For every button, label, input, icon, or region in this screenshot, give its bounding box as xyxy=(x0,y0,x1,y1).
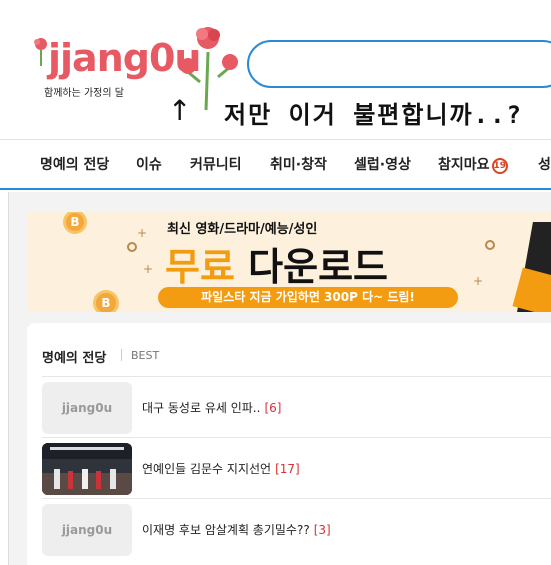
arrow-annotation: ↑ xyxy=(168,94,192,127)
post-title-line[interactable]: 이재명 후보 암살계획 총기밀수?? [3] xyxy=(142,521,331,538)
logo-tagline: 함께하는 가정의 달 xyxy=(44,88,124,99)
list-item[interactable]: 연예인들 김문수 지지선언 [17] xyxy=(42,437,551,498)
post-title-line[interactable]: 연예인들 김문수 지지선언 [17] xyxy=(142,460,300,477)
post-title: 대구 동성로 유세 인파.. xyxy=(142,401,261,415)
nav-item-more[interactable]: 성 xyxy=(538,154,551,174)
nav-item-adult-label: 참지마요 xyxy=(438,157,490,173)
comment-count: [3] xyxy=(313,523,331,537)
comment-count: [17] xyxy=(275,462,300,476)
plus-decoration: + xyxy=(137,226,148,240)
nav-item-adult[interactable]: 참지마요 19 xyxy=(438,154,508,174)
section-title[interactable]: 명예의 전당 xyxy=(42,347,106,366)
site-header: jjang0u 함께하는 가정의 달 ↑ 저만 이거 불편합니까..? xyxy=(0,0,551,140)
age-19-badge-icon: 19 xyxy=(491,158,508,174)
plus-decoration: + xyxy=(473,274,484,288)
section-subtitle: BEST xyxy=(131,349,160,362)
plus-decoration: + xyxy=(143,262,154,276)
nav-item-celeb[interactable]: 셀럽·영상 xyxy=(354,154,411,174)
list-item[interactable]: jjang0u 대구 동성로 유세 인파.. [6] xyxy=(42,376,551,437)
banner-cta: 파일스타 지금 가입하면 300P 다~ 드림! xyxy=(158,287,458,308)
post-title: 연예인들 김문수 지지선언 xyxy=(142,462,272,476)
nav-item-hall-of-fame[interactable]: 명예의 전당 xyxy=(40,154,109,174)
nav-item-hobby[interactable]: 취미·창작 xyxy=(270,154,327,174)
banner-headline-accent: 무료 xyxy=(165,245,235,289)
overlay-caption: 저만 이거 불편합니까..? xyxy=(224,101,523,129)
event-photo-icon xyxy=(42,443,132,495)
main-nav: 명예의 전당 이슈 커뮤니티 취미·창작 셀럽·영상 참지마요 19 성 xyxy=(0,140,551,190)
ad-banner[interactable]: B B + + + 최신 영화/드라마/예능/성인 무료 다운로드 파일스타 지… xyxy=(27,212,551,312)
banner-headline: 무료 다운로드 xyxy=(165,236,388,291)
post-title-line[interactable]: 대구 동성로 유세 인파.. [6] xyxy=(142,399,281,416)
banner-top-line: 최신 영화/드라마/예능/성인 xyxy=(167,222,318,237)
ring-decoration xyxy=(485,240,495,250)
post-title: 이재명 후보 암살계획 총기밀수?? xyxy=(142,523,310,537)
post-thumbnail[interactable] xyxy=(42,443,132,495)
coin-icon: B xyxy=(93,290,119,312)
hall-of-fame-card: 명예의 전당 BEST jjang0u 대구 동성로 유세 인파.. [6] 연예… xyxy=(27,323,551,565)
search-input[interactable] xyxy=(247,40,551,88)
coin-icon: B xyxy=(63,212,87,234)
post-thumbnail[interactable]: jjang0u xyxy=(42,504,132,556)
site-logo[interactable]: jjang0u 함께하는 가정의 달 xyxy=(30,22,238,112)
left-sidebar-edge xyxy=(0,192,9,565)
post-thumbnail[interactable]: jjang0u xyxy=(42,382,132,434)
ring-decoration xyxy=(127,242,137,252)
comment-count: [6] xyxy=(264,401,282,415)
list-item[interactable]: jjang0u 이재명 후보 암살계획 총기밀수?? [3] xyxy=(42,498,551,559)
gift-box-icon xyxy=(512,267,551,312)
banner-headline-rest: 다운로드 xyxy=(234,245,388,289)
nav-item-community[interactable]: 커뮤니티 xyxy=(190,154,242,174)
title-divider xyxy=(121,349,122,361)
nav-item-issue[interactable]: 이슈 xyxy=(136,154,162,174)
